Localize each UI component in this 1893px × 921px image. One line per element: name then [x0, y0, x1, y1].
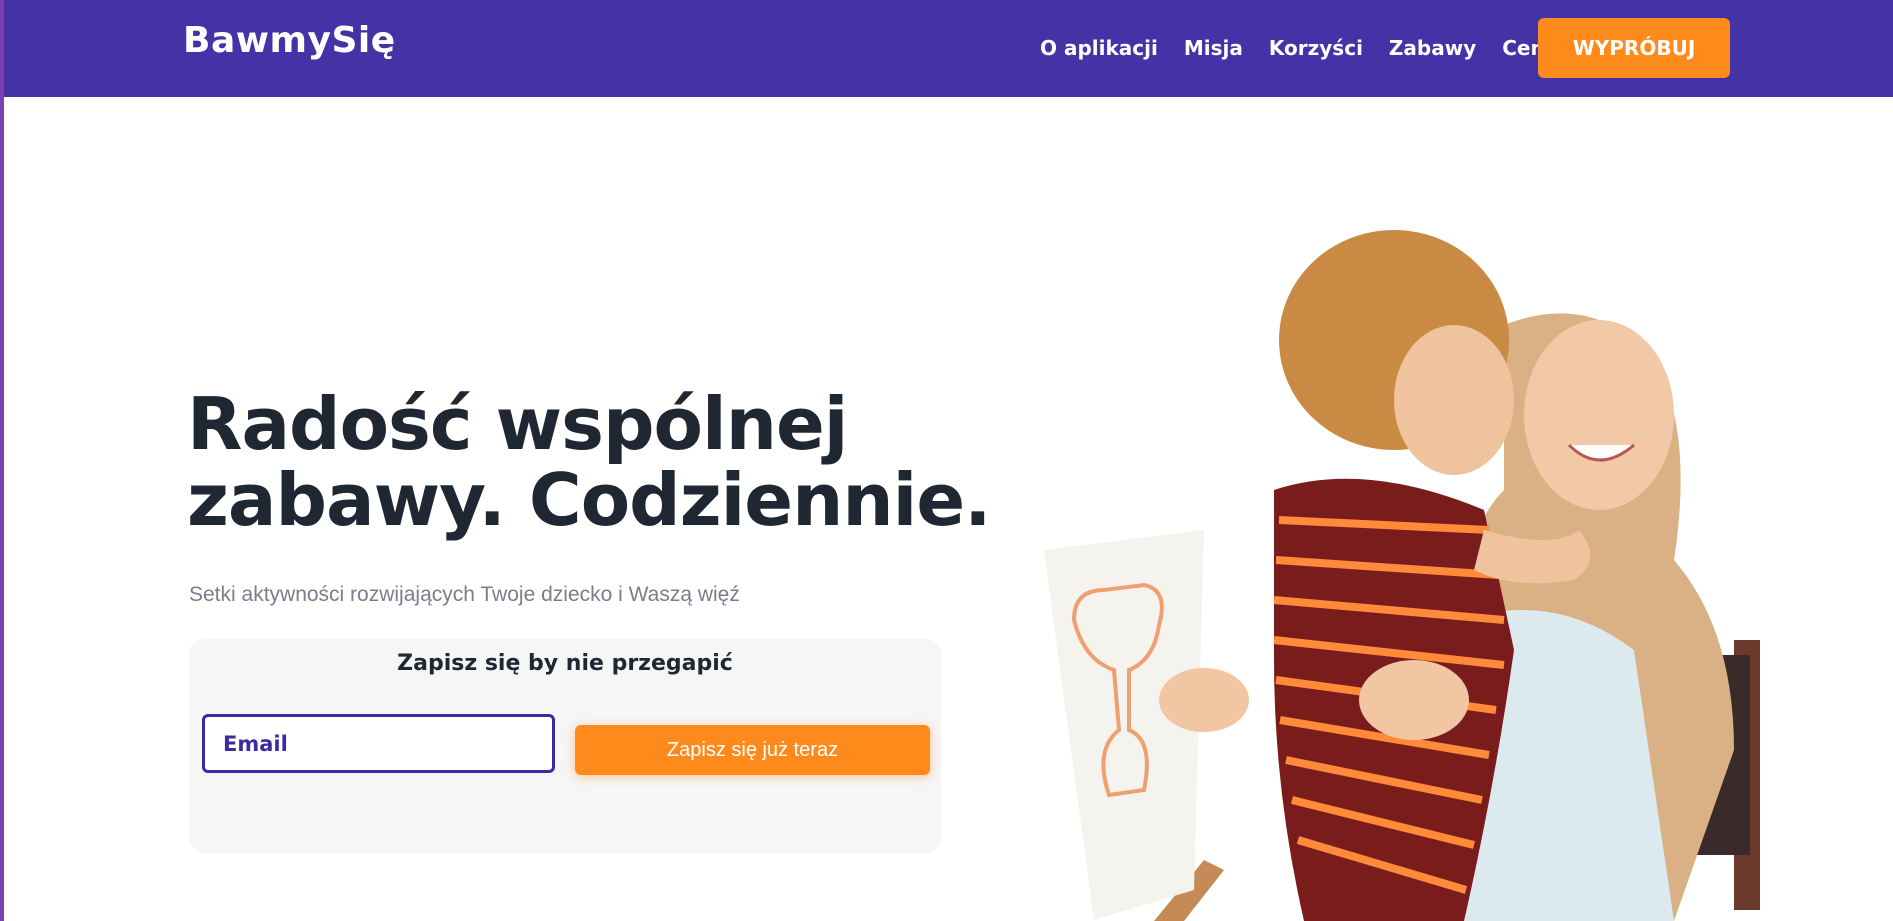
- logo[interactable]: BawmySię: [183, 20, 396, 61]
- hero-title-line-2: zabawy. Codziennie.: [187, 458, 992, 542]
- hero-title-line-1: Radość wspólnej: [187, 382, 848, 466]
- mother-face: [1524, 320, 1674, 510]
- hero-subtitle: Setki aktywności rozwijających Twoje dzi…: [189, 583, 740, 606]
- boy-face: [1394, 325, 1514, 475]
- mother-hand-left: [1159, 668, 1249, 732]
- signup-card: Zapisz się by nie przegapić Zapisz się j…: [189, 639, 941, 853]
- mother-hand-right: [1359, 660, 1469, 740]
- nav-link-korzysci[interactable]: Korzyści: [1269, 36, 1363, 60]
- try-button[interactable]: WYPRÓBUJ: [1538, 18, 1730, 78]
- nav-link-misja[interactable]: Misja: [1184, 36, 1243, 60]
- email-input[interactable]: [202, 714, 555, 773]
- top-navbar: BawmySię O aplikacji Misja Korzyści Zaba…: [4, 0, 1893, 97]
- page: BawmySię O aplikacji Misja Korzyści Zaba…: [0, 0, 1893, 921]
- nav-link-zabawy[interactable]: Zabawy: [1389, 36, 1476, 60]
- nav-link-o-aplikacji[interactable]: O aplikacji: [1040, 36, 1158, 60]
- signup-button[interactable]: Zapisz się już teraz: [575, 725, 930, 775]
- main-nav: O aplikacji Misja Korzyści Zabawy Cennik: [1040, 36, 1579, 60]
- signup-heading: Zapisz się by nie przegapić: [397, 651, 733, 676]
- hero-photo: [1044, 230, 1760, 921]
- hero-title: Radość wspólnej zabawy. Codziennie.: [187, 382, 992, 542]
